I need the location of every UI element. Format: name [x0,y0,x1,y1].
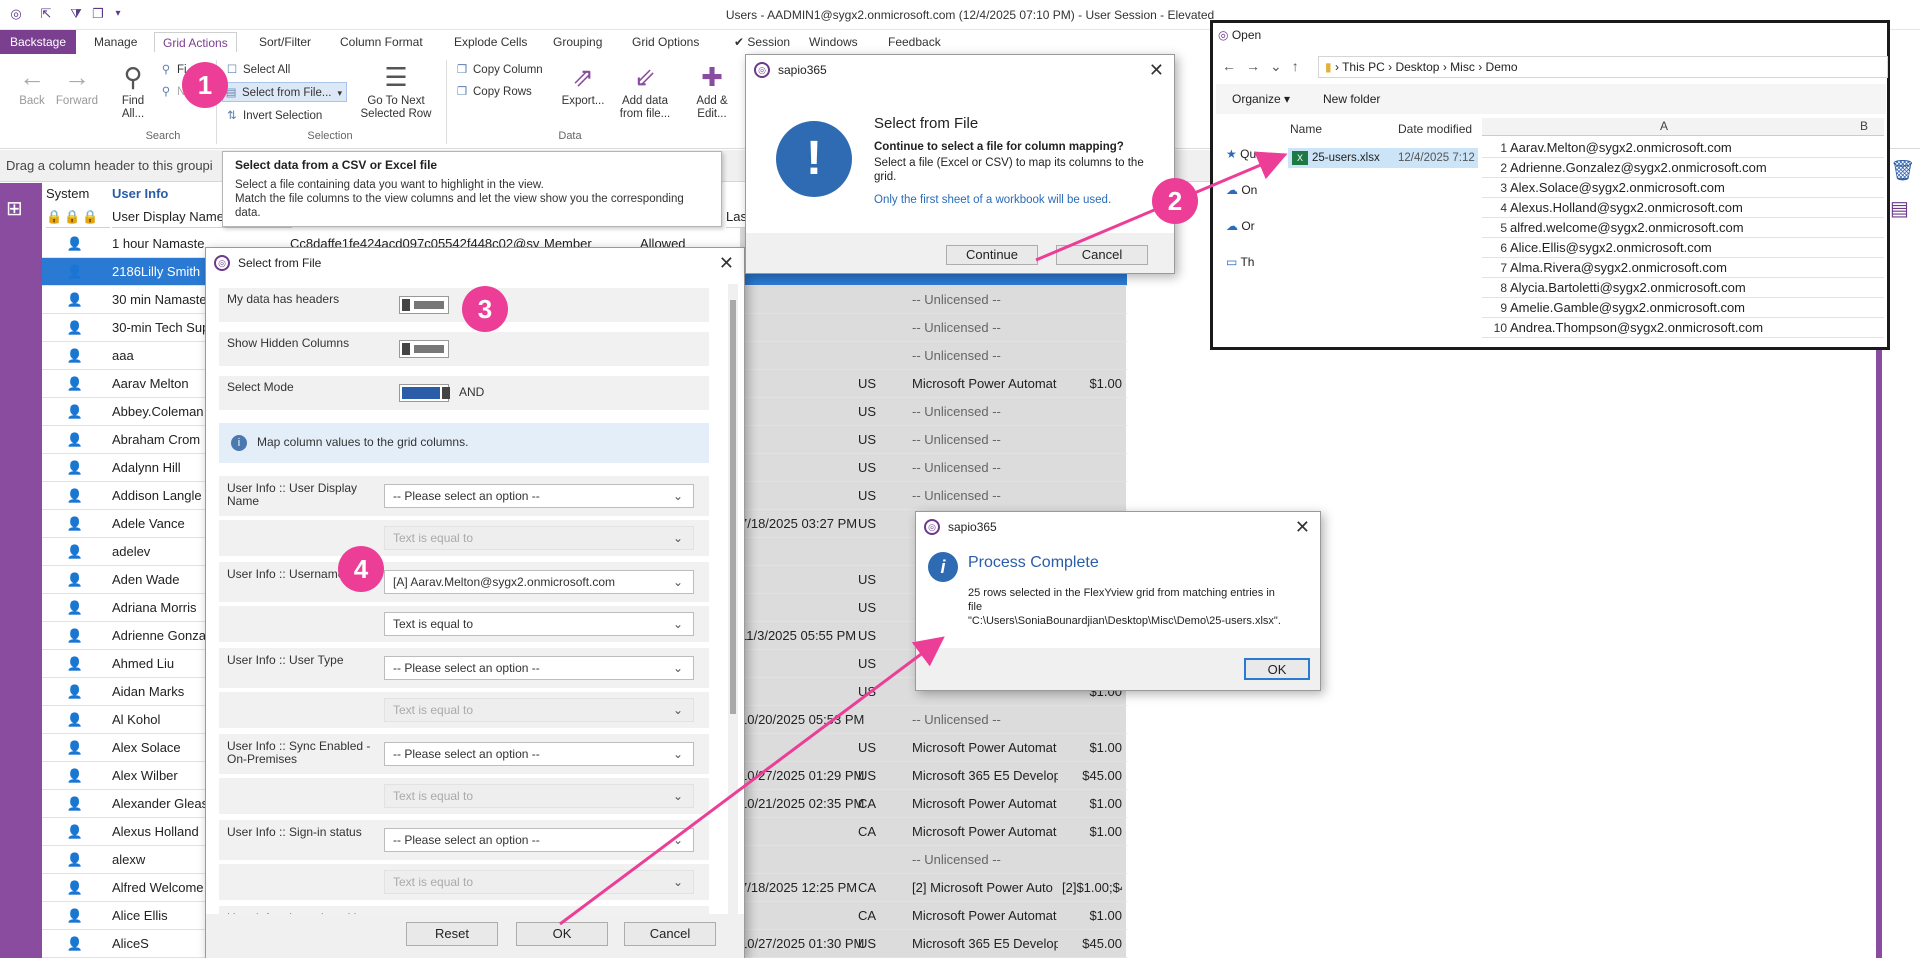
step-marker-1: 1 [182,62,228,108]
step-marker-3: 3 [462,286,508,332]
step-marker-4: 4 [338,546,384,592]
arrow-to-complete [559,636,945,926]
annotation-arrows [559,151,1288,926]
step-marker-2: 2 [1152,178,1198,224]
